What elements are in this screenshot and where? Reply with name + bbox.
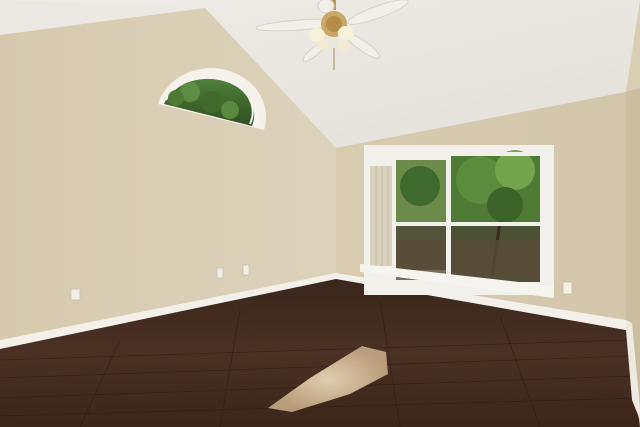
picture-window <box>360 145 554 298</box>
room-scene <box>0 0 640 427</box>
empty-room-photo <box>0 0 640 427</box>
